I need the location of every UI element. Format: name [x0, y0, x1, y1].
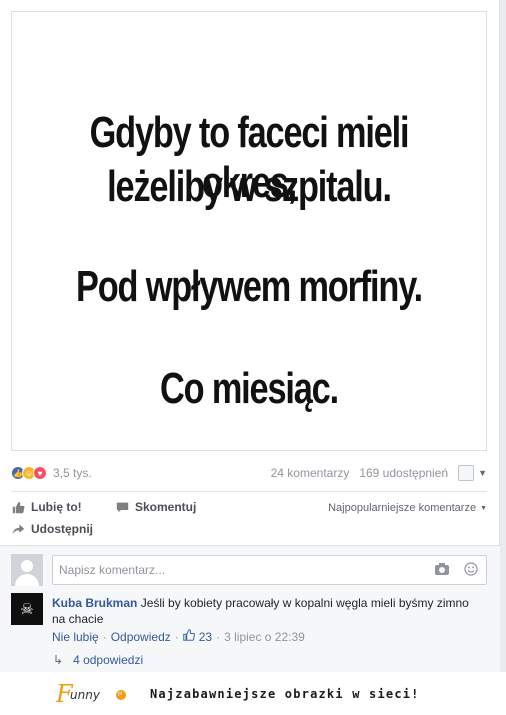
comment-composer: Napisz komentarz... [11, 554, 487, 586]
site-footer: F unny pl Najzabawniejsze obrazki w siec… [0, 672, 506, 715]
comment-button[interactable]: Skomentuj [115, 500, 196, 514]
comment-input-placeholder: Napisz komentarz... [59, 563, 166, 577]
comment-bubble-icon [115, 500, 129, 514]
comments-section: Napisz komentarz... ☠ Kuba Brukman Jeśli… [0, 545, 500, 672]
comment-label: Skomentuj [135, 500, 197, 514]
comment-timestamp[interactable]: 3 lipiec o 22:39 [224, 630, 305, 644]
divider [11, 491, 487, 492]
share-label: Udostępnij [31, 522, 93, 536]
share-thumbnail-icon[interactable] [458, 465, 475, 481]
meme-line-4: Co miesiąc. [160, 364, 339, 413]
input-icons [434, 562, 478, 579]
avatar[interactable] [11, 554, 43, 586]
meme-line-2: leżeliby w szpitalu. [107, 162, 392, 211]
reaction-count[interactable]: 3,5 tys. [53, 466, 92, 480]
meme-line-3: Pod wpływem morfiny. [76, 262, 423, 311]
post-image[interactable]: Gdyby to faceci mieli okres, leżeliby w … [11, 11, 487, 451]
comment-sort-dropdown[interactable]: Najpopularniejsze komentarze ▼ [328, 502, 487, 514]
thumbs-up-icon [11, 500, 25, 514]
caret-down-icon[interactable]: ▼ [478, 468, 487, 478]
view-replies-link[interactable]: ↳ 4 odpowiedzi [53, 653, 143, 667]
share-arrow-icon [11, 522, 25, 536]
reply-link[interactable]: Odpowiedz [111, 630, 171, 644]
comments-count[interactable]: 24 komentarzy [271, 466, 350, 480]
stats-right: 24 komentarzy 169 udostępnień ▼ [271, 465, 487, 481]
like-button[interactable]: Lubię to! [11, 500, 82, 514]
comment-body: Kuba Brukman Jeśli by kobiety pracowały … [52, 595, 472, 627]
separator: · [216, 629, 221, 644]
site-tagline: Najzabawniejsze obrazki w sieci! [150, 687, 420, 701]
shares-count[interactable]: 169 udostępnień [359, 466, 448, 480]
sort-label: Najpopularniejsze komentarze [328, 502, 477, 514]
funny-logo[interactable]: F unny pl [56, 680, 136, 708]
logo-domain: pl [118, 691, 122, 697]
separator: · [174, 629, 179, 644]
comment-like-count[interactable]: 23 [199, 630, 212, 644]
comment-input[interactable]: Napisz komentarz... [52, 555, 487, 585]
camera-icon[interactable] [434, 562, 450, 579]
skull-avatar-icon[interactable]: ☠ [11, 593, 43, 625]
like-label: Lubię to! [31, 500, 82, 514]
replies-label: 4 odpowiedzi [73, 653, 144, 667]
share-button[interactable]: Udostępnij [11, 522, 93, 536]
comment-meta: Nie lubię · Odpowiedz · 23 · 3 lipiec o … [52, 629, 305, 644]
unlike-link[interactable]: Nie lubię [52, 630, 99, 644]
love-reaction-icon[interactable]: ♥ [33, 466, 47, 480]
separator: · [102, 629, 107, 644]
comment-author[interactable]: Kuba Brukman [52, 596, 137, 610]
logo-wordmark: unny [70, 688, 100, 702]
reply-arrow-icon: ↳ [53, 653, 64, 667]
caret-down-icon: ▼ [480, 504, 487, 512]
post-stats: 👍 ☺ ♥ 3,5 tys. 24 komentarzy 169 udostęp… [11, 463, 487, 483]
feed-post: Gdyby to faceci mieli okres, leżeliby w … [0, 0, 500, 672]
emoji-icon[interactable] [464, 562, 478, 579]
thumbs-up-icon [182, 629, 195, 644]
